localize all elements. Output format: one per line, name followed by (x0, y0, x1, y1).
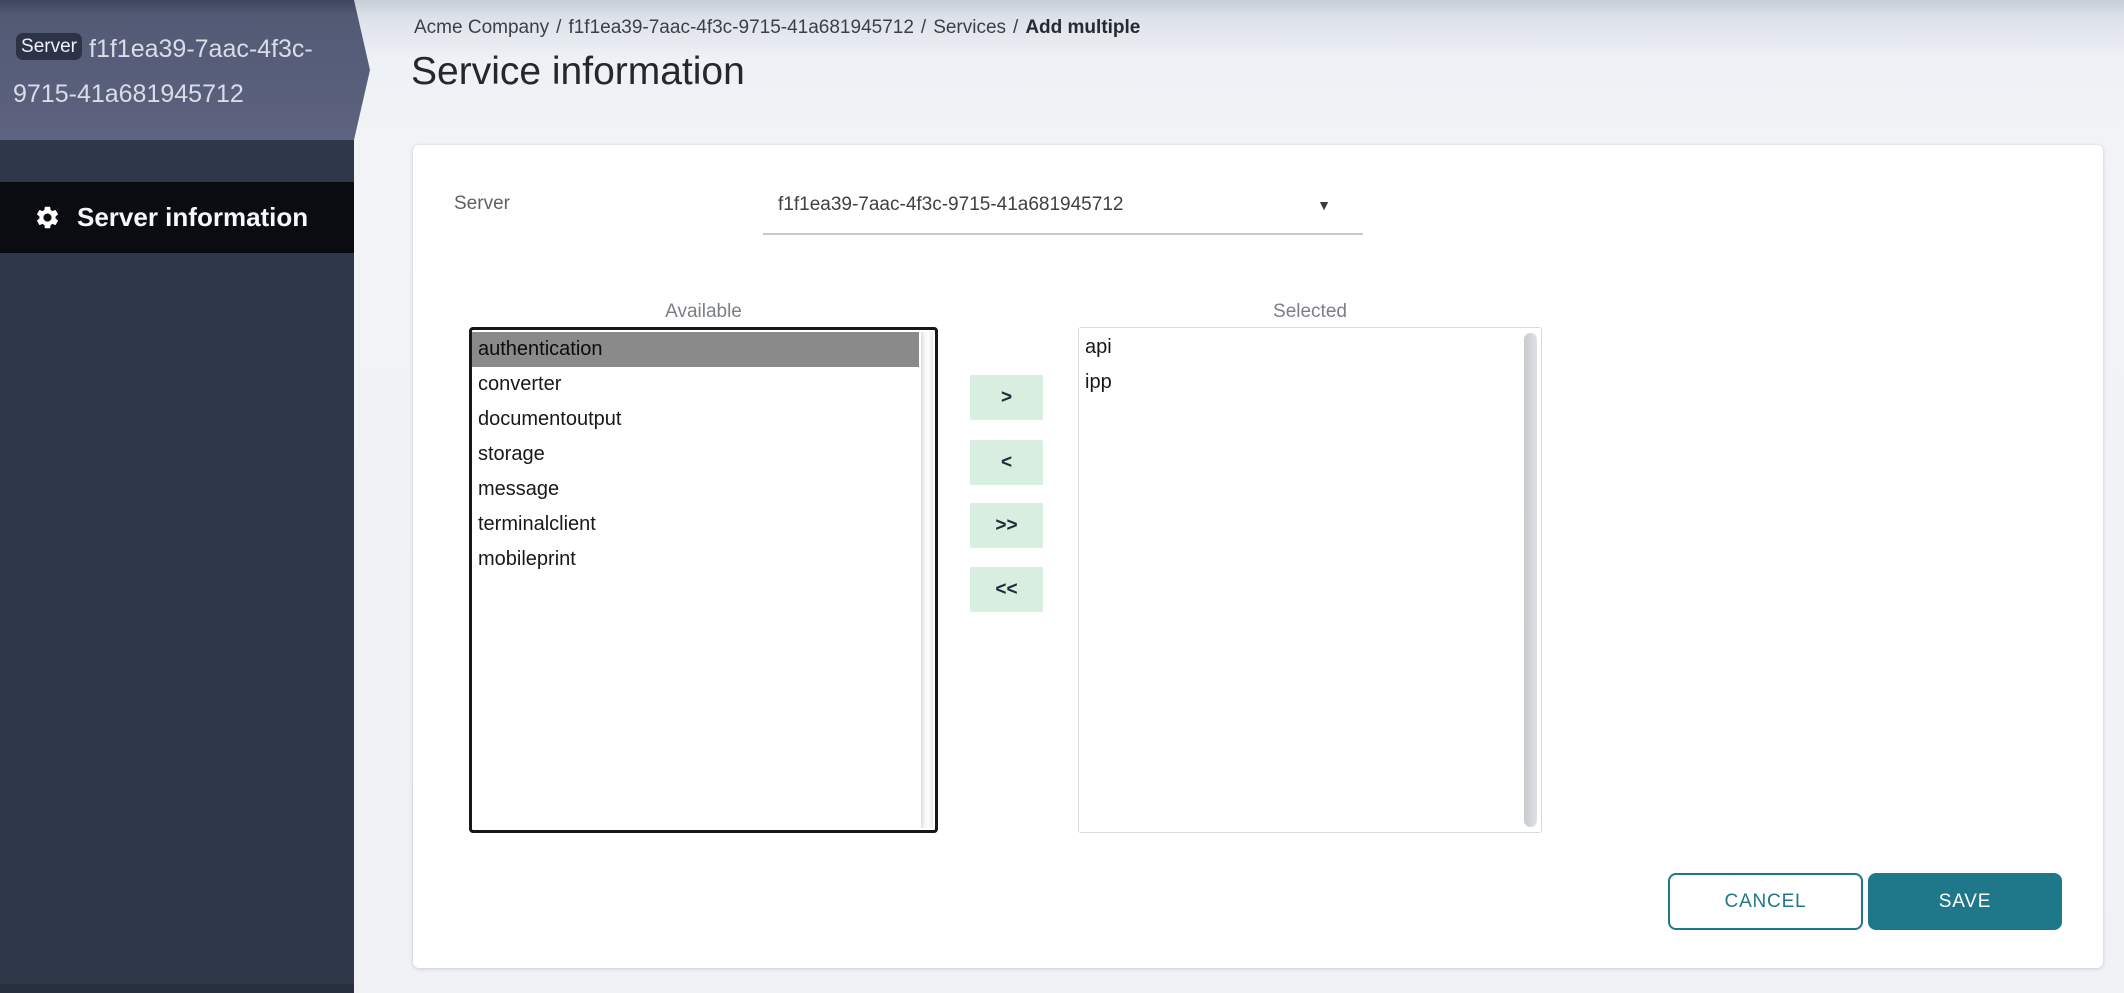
available-item[interactable]: authentication (472, 332, 919, 367)
selected-rows: api ipp (1079, 330, 1525, 400)
sidebar: Server f1f1ea39-7aac-4f3c- 9715-41a68194… (0, 0, 354, 993)
cancel-button[interactable]: CANCEL (1668, 873, 1863, 930)
sidebar-item-server-information[interactable]: Server information (0, 182, 354, 253)
move-all-left-button[interactable]: << (970, 567, 1043, 612)
server-select-value: f1f1ea39-7aac-4f3c-9715-41a681945712 (778, 179, 1123, 231)
selected-label: Selected (1078, 301, 1542, 323)
available-item[interactable]: storage (472, 437, 919, 472)
sidebar-item-label: Server information (77, 202, 308, 233)
available-item[interactable]: message (472, 472, 919, 507)
available-scrollbar[interactable] (921, 332, 933, 828)
breadcrumb-item-services[interactable]: Services (933, 17, 1006, 38)
sidebar-footer-strip (0, 984, 354, 993)
breadcrumb-separator: / (556, 17, 561, 38)
save-button[interactable]: SAVE (1868, 873, 2062, 930)
selected-item[interactable]: api (1079, 330, 1525, 365)
available-item[interactable]: terminalclient (472, 507, 919, 542)
breadcrumb-item-current: Add multiple (1025, 17, 1140, 38)
gear-icon (34, 204, 61, 231)
selected-listbox[interactable]: api ipp (1078, 327, 1542, 833)
page-title: Service information (411, 50, 745, 94)
selected-item[interactable]: ipp (1079, 365, 1525, 400)
breadcrumb: Acme Company / f1f1ea39-7aac-4f3c-9715-41a… (414, 17, 1140, 39)
server-id-line2: 9715-41a681945712 (13, 80, 244, 109)
sidebar-header-banner: Server f1f1ea39-7aac-4f3c- 9715-41a68194… (0, 0, 370, 140)
available-item[interactable]: converter (472, 367, 919, 402)
available-item[interactable]: documentoutput (472, 402, 919, 437)
breadcrumb-separator: / (921, 17, 926, 38)
available-item[interactable]: mobileprint (472, 542, 919, 577)
move-all-right-button[interactable]: >> (970, 503, 1043, 548)
available-label: Available (469, 301, 938, 323)
service-form-card: Server f1f1ea39-7aac-4f3c-9715-41a681945… (413, 145, 2103, 968)
move-left-button[interactable]: < (970, 440, 1043, 485)
selected-scrollbar-thumb[interactable] (1524, 333, 1537, 827)
available-listbox[interactable]: authentication converter documentoutput … (469, 327, 938, 833)
breadcrumb-separator: / (1013, 17, 1018, 38)
breadcrumb-item-server-id[interactable]: f1f1ea39-7aac-4f3c-9715-41a681945712 (568, 17, 913, 38)
server-select[interactable]: f1f1ea39-7aac-4f3c-9715-41a681945712 ▼ (763, 179, 1363, 235)
available-rows: authentication converter documentoutput … (472, 332, 919, 577)
breadcrumb-item-company[interactable]: Acme Company (414, 17, 549, 38)
move-right-button[interactable]: > (970, 375, 1043, 420)
server-field-label: Server (454, 193, 510, 215)
server-id-line1: f1f1ea39-7aac-4f3c- (89, 35, 313, 64)
dropdown-caret-icon: ▼ (1317, 179, 1331, 231)
server-badge: Server (16, 33, 82, 60)
